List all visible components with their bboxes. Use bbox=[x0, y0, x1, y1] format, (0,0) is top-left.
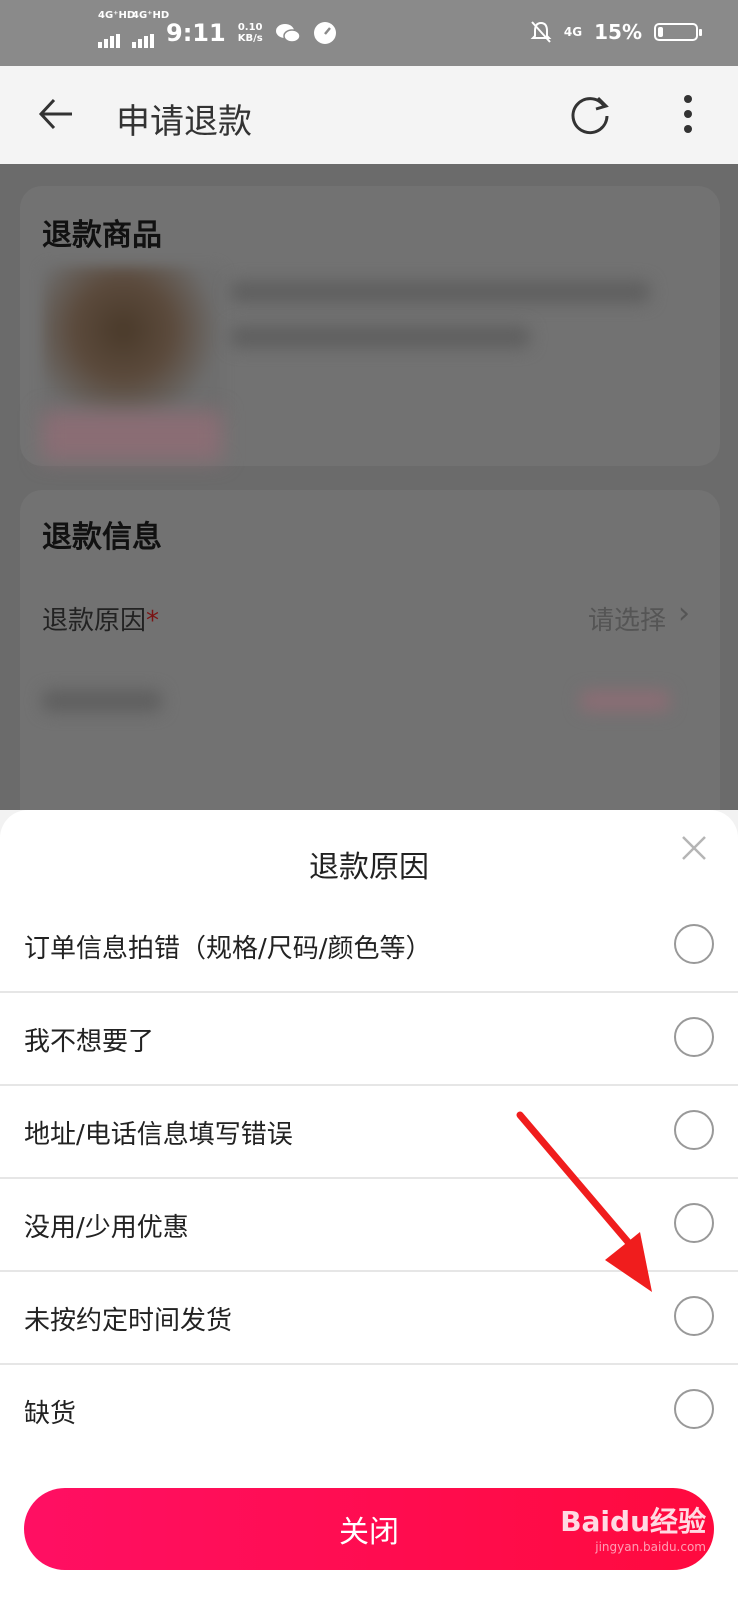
reason-option[interactable]: 缺货 bbox=[0, 1365, 738, 1456]
product-spec-blur bbox=[230, 326, 530, 348]
back-arrow-icon[interactable] bbox=[38, 98, 74, 130]
refund-reason-row[interactable]: 退款原因* 请选择 › bbox=[42, 596, 690, 637]
reason-option-label: 我不想要了 bbox=[24, 1027, 155, 1057]
blurred-row-label bbox=[42, 690, 162, 712]
reason-option-label: 缺货 bbox=[24, 1399, 77, 1429]
product-image-blur bbox=[42, 411, 222, 461]
radio-button[interactable] bbox=[674, 1110, 714, 1150]
app-bar: 申请退款 bbox=[0, 66, 738, 164]
speed-value: 0.10 bbox=[237, 22, 263, 33]
network-type: 4G bbox=[563, 25, 583, 39]
network-speed: 0.10 KB/s bbox=[238, 22, 263, 44]
wechat-icon bbox=[275, 24, 301, 43]
refund-reason-placeholder: 请选择 bbox=[587, 606, 666, 636]
reason-option-label: 订单信息拍错（规格/尺码/颜色等） bbox=[24, 934, 432, 964]
signal-icon-sim2: 4G⁺HD bbox=[132, 10, 169, 48]
refund-reason-sheet: 退款原因 订单信息拍错（规格/尺码/颜色等） 我不想要了 地址/电话信息填写错误… bbox=[0, 810, 738, 1600]
more-options-icon[interactable] bbox=[680, 94, 696, 134]
reason-option-label: 没用/少用优惠 bbox=[24, 1213, 189, 1243]
reason-option[interactable]: 我不想要了 bbox=[0, 993, 738, 1086]
reason-option-label: 地址/电话信息填写错误 bbox=[24, 1120, 293, 1150]
page-title: 申请退款 bbox=[116, 102, 252, 142]
radio-button[interactable] bbox=[674, 1389, 714, 1429]
speedometer-icon bbox=[313, 22, 336, 44]
refund-info-title: 退款信息 bbox=[42, 520, 162, 555]
reason-option[interactable]: 未按约定时间发货 bbox=[0, 1272, 738, 1365]
bell-muted-icon bbox=[530, 21, 552, 43]
chevron-right-icon: › bbox=[678, 596, 690, 631]
speed-unit: KB/s bbox=[237, 33, 263, 44]
radio-button[interactable] bbox=[674, 1203, 714, 1243]
required-mark: * bbox=[146, 606, 160, 636]
baidu-watermark-url: jingyan.baidu.com bbox=[595, 1540, 706, 1554]
sheet-title: 退款原因 bbox=[309, 850, 429, 885]
refund-info-card: 退款信息 退款原因* 请选择 › bbox=[20, 490, 720, 810]
product-name-blur bbox=[230, 281, 650, 303]
sim2-label: 4G⁺HD bbox=[132, 10, 170, 21]
reason-option[interactable]: 没用/少用优惠 bbox=[0, 1179, 738, 1272]
sim1-label: 4G⁺HD bbox=[98, 10, 136, 21]
refund-reason-label: 退款原因 bbox=[42, 606, 147, 636]
clock: 9:11 bbox=[166, 19, 226, 47]
radio-button[interactable] bbox=[674, 1296, 714, 1336]
reason-options-list: 订单信息拍错（规格/尺码/颜色等） 我不想要了 地址/电话信息填写错误 没用/少… bbox=[0, 900, 738, 1456]
product-image bbox=[42, 266, 222, 426]
product-card: 退款商品 bbox=[20, 186, 720, 466]
battery-percent: 15% bbox=[594, 20, 642, 44]
close-icon[interactable] bbox=[674, 828, 714, 868]
reason-option[interactable]: 订单信息拍错（规格/尺码/颜色等） bbox=[0, 900, 738, 993]
battery-icon bbox=[654, 23, 702, 41]
baidu-watermark: Baidu经验 bbox=[560, 1505, 706, 1538]
background-overlay[interactable]: 退款商品 退款信息 退款原因* 请选择 › bbox=[0, 164, 738, 810]
reason-option[interactable]: 地址/电话信息填写错误 bbox=[0, 1086, 738, 1179]
reason-option-label: 未按约定时间发货 bbox=[24, 1306, 233, 1336]
blurred-row-value bbox=[580, 690, 670, 712]
product-card-title: 退款商品 bbox=[42, 218, 162, 253]
radio-button[interactable] bbox=[674, 924, 714, 964]
radio-button[interactable] bbox=[674, 1017, 714, 1057]
signal-icon-sim1: 4G⁺HD bbox=[98, 10, 135, 48]
status-bar: 4G⁺HD 4G⁺HD 9:11 0.10 KB/s 4G 15% bbox=[0, 0, 738, 66]
refresh-icon[interactable] bbox=[568, 92, 612, 136]
